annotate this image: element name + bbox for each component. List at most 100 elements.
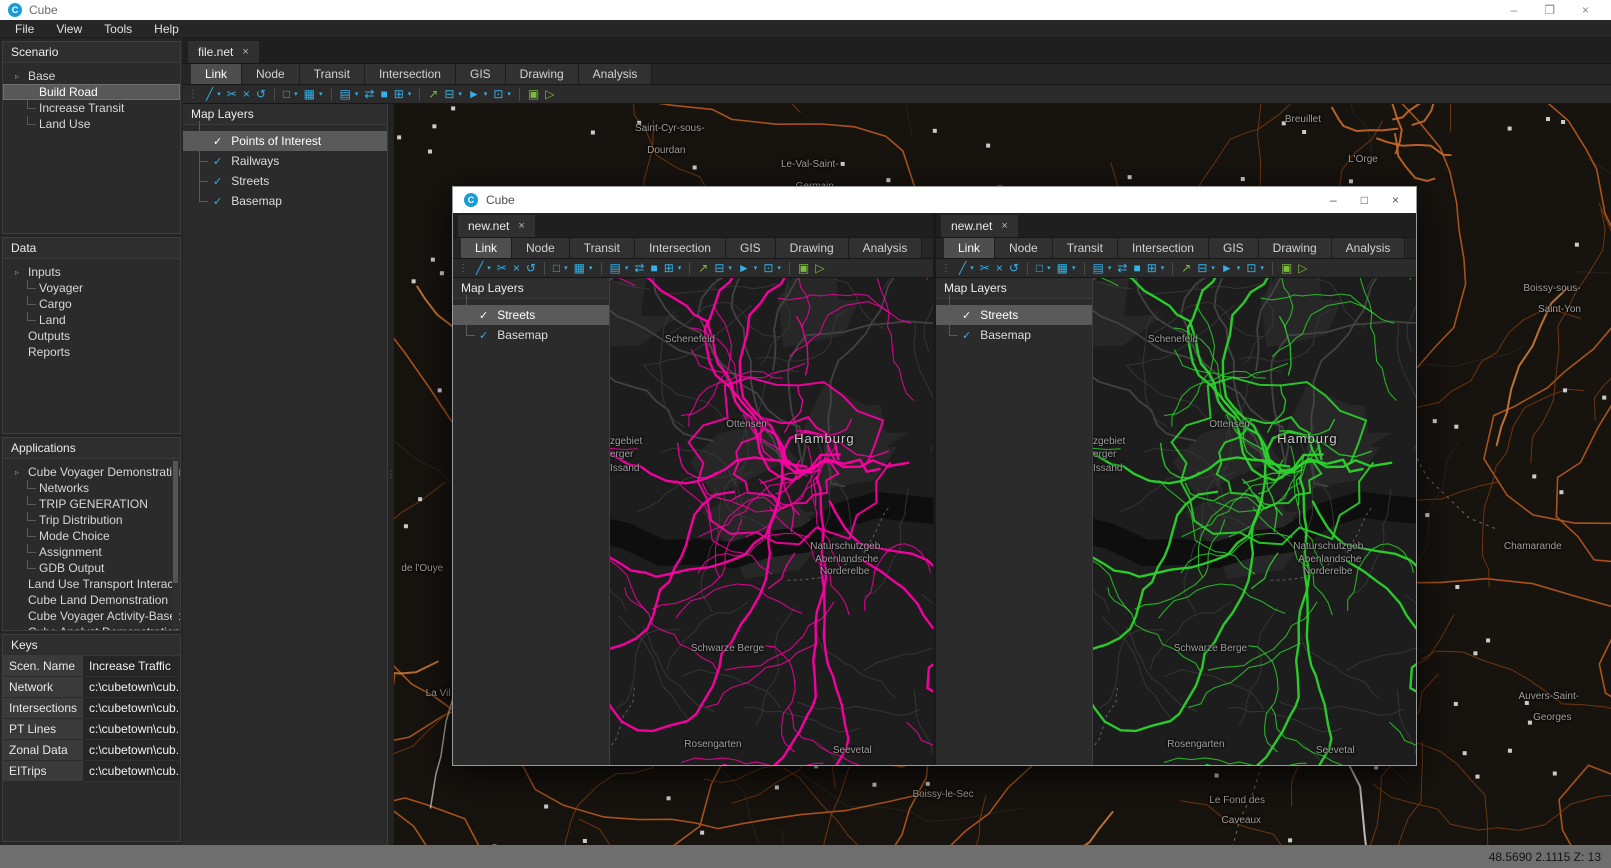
scrollbar-thumb[interactable] bbox=[173, 461, 178, 583]
ribbon-tab-node[interactable]: Node bbox=[995, 238, 1053, 258]
dropdown-caret-icon[interactable]: ▾ bbox=[589, 264, 593, 272]
app-item-networks[interactable]: Networks bbox=[3, 480, 180, 496]
app-item-trip-generation[interactable]: TRIP GENERATION bbox=[3, 496, 180, 512]
target-icon[interactable]: ⊡ bbox=[491, 88, 505, 100]
highlight-icon[interactable]: ► bbox=[736, 262, 752, 274]
reverse-link-icon[interactable]: ↺ bbox=[254, 88, 268, 100]
check-icon[interactable]: ✓ bbox=[213, 175, 222, 188]
ribbon-tab-intersection[interactable]: Intersection bbox=[635, 238, 726, 258]
app-item-analyst-demo[interactable]: Cube Analyst Demonstration bbox=[3, 624, 180, 631]
ribbon-tab-link[interactable]: Link bbox=[461, 238, 512, 258]
app-item-land-use-transport[interactable]: Land Use Transport Interactio... bbox=[3, 576, 180, 592]
attribute-table-icon[interactable]: ⊞ bbox=[662, 262, 676, 274]
dropdown-caret-icon[interactable]: ▾ bbox=[484, 90, 488, 98]
key-value[interactable]: Increase Traffic bbox=[83, 656, 180, 677]
minimize-button[interactable]: – bbox=[1511, 0, 1518, 20]
zoom-extent-icon[interactable]: ↗ bbox=[426, 88, 440, 100]
add-link-icon[interactable]: ╱ bbox=[474, 262, 485, 274]
check-icon[interactable]: ✓ bbox=[213, 155, 222, 168]
select-region-icon[interactable]: □ bbox=[551, 262, 562, 274]
export-layer-icon[interactable]: ⊟ bbox=[712, 262, 726, 274]
key-value[interactable]: c:\cubetown\cub... bbox=[83, 698, 180, 719]
save-icon[interactable]: ▣ bbox=[796, 262, 811, 274]
select-region-icon[interactable]: □ bbox=[281, 88, 292, 100]
delete-link-icon[interactable]: × bbox=[994, 262, 1005, 274]
export-layer-icon[interactable]: ⊟ bbox=[442, 88, 456, 100]
menu-help[interactable]: Help bbox=[143, 21, 190, 37]
dropdown-caret-icon[interactable]: ▾ bbox=[1211, 264, 1215, 272]
split-link-icon[interactable]: ✂ bbox=[495, 262, 509, 274]
data-item-cargo[interactable]: Cargo bbox=[3, 296, 180, 312]
scenario-item-build-road[interactable]: Build Road bbox=[3, 84, 180, 100]
dropdown-caret-icon[interactable]: ▾ bbox=[487, 264, 491, 272]
dropdown-caret-icon[interactable]: ▾ bbox=[1161, 264, 1165, 272]
key-value[interactable]: c:\cubetown\cub... bbox=[83, 761, 180, 782]
app-item-cube-land-demo[interactable]: Cube Land Demonstration bbox=[3, 592, 180, 608]
ribbon-tab-gis[interactable]: GIS bbox=[726, 238, 776, 258]
menu-file[interactable]: File bbox=[4, 21, 45, 37]
data-item-voyager[interactable]: Voyager bbox=[3, 280, 180, 296]
maximize-button[interactable]: □ bbox=[1361, 193, 1368, 207]
check-icon[interactable]: ✓ bbox=[213, 195, 222, 208]
ribbon-tab-drawing[interactable]: Drawing bbox=[1259, 238, 1332, 258]
app-root-voyager-demo[interactable]: ▹ Cube Voyager Demonstration... bbox=[3, 464, 180, 480]
save-icon[interactable]: ▣ bbox=[526, 88, 541, 100]
ribbon-tab-analysis[interactable]: Analysis bbox=[849, 238, 923, 258]
menu-view[interactable]: View bbox=[45, 21, 93, 37]
dropdown-caret-icon[interactable]: ▾ bbox=[507, 90, 511, 98]
save-icon[interactable]: ▣ bbox=[1279, 262, 1294, 274]
layer-streets[interactable]: ✓ Streets bbox=[936, 305, 1092, 325]
dropdown-caret-icon[interactable]: ▾ bbox=[1108, 264, 1112, 272]
dropdown-caret-icon[interactable]: ▾ bbox=[1237, 264, 1241, 272]
dropdown-caret-icon[interactable]: ▾ bbox=[1072, 264, 1076, 272]
tree-expander-icon[interactable]: ▹ bbox=[15, 468, 28, 477]
check-icon[interactable]: ✓ bbox=[479, 309, 488, 322]
ribbon-tab-link[interactable]: Link bbox=[191, 64, 242, 84]
close-button[interactable]: × bbox=[1582, 0, 1589, 20]
check-icon[interactable]: ✓ bbox=[213, 135, 222, 148]
node-display-icon[interactable]: ▤ bbox=[608, 262, 623, 274]
tab-close-icon[interactable]: × bbox=[518, 220, 524, 232]
dropdown-caret-icon[interactable]: ▾ bbox=[625, 264, 629, 272]
layer-streets[interactable]: ✓ Streets bbox=[453, 305, 609, 325]
dropdown-caret-icon[interactable]: ▾ bbox=[970, 264, 974, 272]
dropdown-caret-icon[interactable]: ▾ bbox=[1047, 264, 1051, 272]
toolbar-grip[interactable]: ⋮ bbox=[188, 89, 198, 100]
align-nodes-icon[interactable]: ⇄ bbox=[632, 262, 646, 274]
node-display-icon[interactable]: ▤ bbox=[338, 88, 353, 100]
dropdown-caret-icon[interactable]: ▾ bbox=[777, 264, 781, 272]
app-item-trip-distribution[interactable]: Trip Distribution bbox=[3, 512, 180, 528]
select-region-icon[interactable]: □ bbox=[1034, 262, 1045, 274]
highlight-icon[interactable]: ► bbox=[466, 88, 482, 100]
layer-railways[interactable]: ✓ Railways bbox=[183, 151, 387, 171]
network-map-green[interactable]: SchenefeldzgebietergerIssandOttensenHamb… bbox=[1093, 278, 1416, 765]
highlight-icon[interactable]: ► bbox=[1219, 262, 1235, 274]
scenario-root-base[interactable]: ▹ Base bbox=[3, 68, 180, 84]
app-item-mode-choice[interactable]: Mode Choice bbox=[3, 528, 180, 544]
data-root-inputs[interactable]: ▹ Inputs bbox=[3, 264, 180, 280]
tab-close-icon[interactable]: × bbox=[242, 46, 248, 58]
ribbon-tab-link[interactable]: Link bbox=[944, 238, 995, 258]
toolbar-grip[interactable]: ⋮ bbox=[941, 263, 951, 274]
delete-link-icon[interactable]: × bbox=[511, 262, 522, 274]
target-icon[interactable]: ⊡ bbox=[1244, 262, 1258, 274]
dropdown-caret-icon[interactable]: ▾ bbox=[294, 90, 298, 98]
app-item-assignment[interactable]: Assignment bbox=[3, 544, 180, 560]
scenario-item-land-use[interactable]: Land Use bbox=[3, 116, 180, 132]
run-icon[interactable]: ▷ bbox=[1296, 262, 1309, 274]
outer-map-canvas[interactable]: Saint-Cyr-sous-DourdanLe-Val-Saint-Germa… bbox=[394, 104, 1611, 845]
dropdown-caret-icon[interactable]: ▾ bbox=[408, 90, 412, 98]
key-value[interactable]: c:\cubetown\cub... bbox=[83, 719, 180, 740]
tab-new-net[interactable]: new.net × bbox=[458, 215, 535, 237]
split-link-icon[interactable]: ✂ bbox=[978, 262, 992, 274]
dropdown-caret-icon[interactable]: ▾ bbox=[728, 264, 732, 272]
dropdown-caret-icon[interactable]: ▾ bbox=[564, 264, 568, 272]
fill-region-icon[interactable]: ■ bbox=[1131, 262, 1142, 274]
color-scheme-icon[interactable]: ▦ bbox=[572, 262, 587, 274]
tab-new-net[interactable]: new.net × bbox=[941, 215, 1018, 237]
ribbon-tab-gis[interactable]: GIS bbox=[456, 64, 506, 84]
tab-file-net[interactable]: file.net × bbox=[188, 41, 259, 63]
fill-region-icon[interactable]: ■ bbox=[648, 262, 659, 274]
layer-points-of-interest[interactable]: ✓ Points of Interest bbox=[183, 131, 387, 151]
dropdown-caret-icon[interactable]: ▾ bbox=[1260, 264, 1264, 272]
